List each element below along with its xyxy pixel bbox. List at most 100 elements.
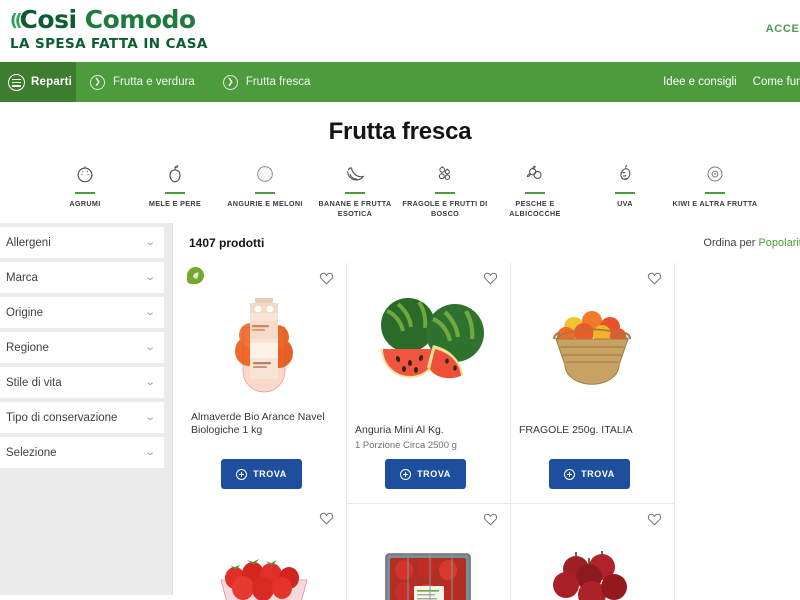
wishlist-heart-icon[interactable] (647, 271, 662, 290)
find-product-button[interactable]: TROVA (549, 459, 630, 489)
wishlist-heart-icon[interactable] (319, 271, 334, 290)
filter-sidebar: Allergeni ⌄ Marca ⌄ Origine ⌄ Regione ⌄ … (0, 223, 172, 595)
filter-stile-di-vita[interactable]: Stile di vita ⌄ (0, 367, 164, 398)
category-label: ANGURIE E MELONI (227, 199, 303, 208)
category-mele-e-pere[interactable]: MELE E PERE (130, 160, 220, 219)
category-label: FRAGOLE E FRUTTI DI BOSCO (402, 199, 488, 218)
product-image-oranges-net-bag (191, 279, 336, 407)
nav-link-idee-e-consigli[interactable]: Idee e consigli (663, 76, 737, 88)
product-name: Anguria Mini Al Kg. (355, 424, 444, 436)
product-subtitle: 1 Porzione Circa 2500 g (355, 440, 457, 451)
product-card[interactable]: FRAGOLE 250g. ITALIA TROVA (511, 263, 675, 503)
filter-tipo-di-conservazione[interactable]: Tipo di conservazione ⌄ (0, 402, 164, 433)
category-angurie-e-meloni[interactable]: ANGURIE E MELONI (220, 160, 310, 219)
login-link[interactable]: ACCEDI (766, 23, 800, 35)
departments-button[interactable]: Reparti (0, 62, 76, 102)
wishlist-heart-icon[interactable] (483, 271, 498, 290)
find-button-label: TROVA (253, 469, 287, 479)
product-card[interactable]: TROVA (347, 503, 511, 600)
page-title: Frutta fresca (328, 118, 472, 145)
hamburger-circle-icon (8, 73, 25, 91)
main-area: Allergeni ⌄ Marca ⌄ Origine ⌄ Regione ⌄ … (0, 223, 800, 600)
navbar-right-links: Idee e consigli Come funziona (663, 76, 800, 88)
filter-label: Selezione (6, 446, 57, 459)
category-kiwi-e-altra-frutta[interactable]: KIWI E ALTRA FRUTTA (670, 160, 760, 219)
filter-origine[interactable]: Origine ⌄ (0, 297, 164, 328)
category-underline (435, 192, 455, 194)
category-fragole-e-frutti-di-bosco[interactable]: FRAGOLE E FRUTTI DI BOSCO (400, 160, 490, 219)
sort-label: Ordina per (703, 237, 759, 249)
product-image-strawberry-punnet (191, 519, 336, 600)
category-underline (165, 192, 185, 194)
product-card[interactable]: Almaverde Bio Arance Navel Biologiche 1 … (183, 263, 347, 503)
logo-waves-icon: (( (10, 11, 22, 31)
logo-tagline: LA SPESA FATTA IN CASA (10, 36, 208, 52)
primary-navbar: Reparti ❯ Frutta e verdura ❯ Frutta fres… (0, 62, 800, 102)
chevron-down-icon: ⌄ (144, 376, 156, 388)
apple-icon (132, 160, 218, 188)
breadcrumb-label: Frutta e verdura (113, 76, 195, 88)
product-count: 1407 prodotti (189, 236, 265, 250)
nav-link-come-funziona[interactable]: Come funziona (753, 76, 800, 88)
category-banane-e-frutta-esotica[interactable]: BANANE E FRUTTA ESOTICA (310, 160, 400, 219)
category-underline (75, 192, 95, 194)
chevron-right-circle-icon: ❯ (90, 74, 105, 90)
wishlist-heart-icon[interactable] (319, 511, 334, 530)
find-product-button[interactable]: TROVA (385, 459, 466, 489)
plus-circle-icon (400, 468, 412, 480)
filter-regione[interactable]: Regione ⌄ (0, 332, 164, 363)
breadcrumb: ❯ Frutta e verdura ❯ Frutta fresca Idee … (76, 62, 800, 102)
site-logo[interactable]: ((Cosi Comodo LA SPESA FATTA IN CASA (10, 5, 208, 56)
category-label: AGRUMI (69, 199, 101, 208)
product-image-watermelons (355, 279, 500, 407)
logo-wordmark: ((Cosi Comodo (10, 5, 196, 35)
product-name: Almaverde Bio Arance Navel Biologiche 1 … (191, 411, 325, 436)
wishlist-heart-icon[interactable] (647, 512, 662, 531)
breadcrumb-label: Frutta fresca (245, 76, 311, 88)
sort-control[interactable]: Ordina per Popolarita (703, 237, 800, 249)
product-image-strawberry-tray (355, 520, 500, 600)
category-agrumi[interactable]: AGRUMI (40, 160, 130, 219)
find-product-button[interactable]: TROVA (221, 459, 302, 489)
logo-word-cosi: Cosi (19, 5, 77, 34)
filter-label: Origine (6, 306, 44, 319)
filter-selezione[interactable]: Selezione ⌄ (0, 437, 164, 468)
peach-icon (492, 160, 578, 188)
chevron-down-icon: ⌄ (144, 236, 156, 248)
category-label: PESCHE E ALBICOCCHE (509, 199, 561, 218)
product-card[interactable]: FRAGOLE 500 g ITALIA TROVA (183, 503, 347, 600)
chevron-down-icon: ⌄ (144, 306, 156, 318)
wishlist-heart-icon[interactable] (483, 512, 498, 531)
category-underline (345, 192, 365, 194)
category-pesche-e-albicocche[interactable]: PESCHE E ALBICOCCHE (490, 160, 580, 219)
product-listing: 1407 prodotti Ordina per Popolarita (172, 223, 800, 600)
melon-icon (222, 160, 308, 188)
chevron-right-circle-icon: ❯ (222, 74, 238, 90)
product-card[interactable]: TROVA (511, 503, 675, 600)
chevron-down-icon: ⌄ (144, 446, 156, 458)
kiwi-icon (672, 160, 758, 188)
filter-marca[interactable]: Marca ⌄ (0, 262, 164, 293)
find-button-label: TROVA (417, 469, 451, 479)
product-card[interactable]: Anguria Mini Al Kg. 1 Porzione Circa 250… (347, 263, 511, 503)
banana-icon (312, 160, 398, 188)
chevron-down-icon: ⌄ (144, 271, 156, 283)
category-underline (615, 192, 635, 194)
breadcrumb-item-frutta-fresca[interactable]: ❯ Frutta fresca (222, 74, 311, 90)
product-image-red-apples-bowl (519, 520, 664, 600)
sort-value: Popolarita (758, 237, 800, 249)
category-label: BANANE E FRUTTA ESOTICA (318, 199, 392, 218)
departments-label: Reparti (31, 76, 73, 88)
filter-label: Marca (6, 271, 38, 284)
plus-circle-icon (564, 468, 576, 480)
filter-allergeni[interactable]: Allergeni ⌄ (0, 227, 164, 258)
category-label: MELE E PERE (148, 199, 202, 208)
filter-label: Tipo di conservazione (6, 411, 118, 424)
filter-label: Allergeni (6, 236, 51, 249)
orange-icon (42, 160, 128, 188)
category-strip: AGRUMI MELE E PERE ANGURIE E MELONI BANA… (0, 146, 800, 223)
breadcrumb-item-frutta-e-verdura[interactable]: ❯ Frutta e verdura (90, 74, 195, 90)
product-name: FRAGOLE 250g. ITALIA (519, 424, 633, 436)
category-uva[interactable]: UVA (580, 160, 670, 219)
find-button-label: TROVA (581, 469, 615, 479)
